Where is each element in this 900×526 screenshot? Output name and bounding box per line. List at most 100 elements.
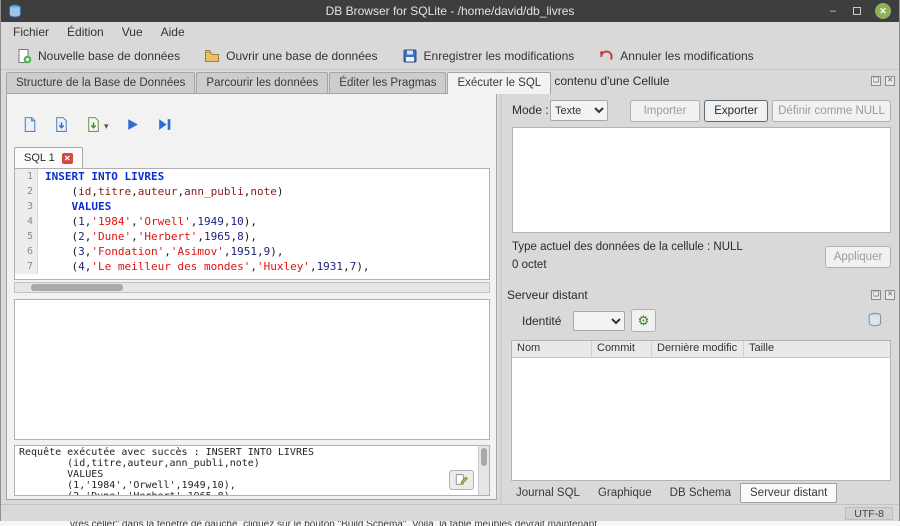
background-page-strip: vres celler" dans la fenêtre de gauche, …: [0, 521, 900, 526]
execute-sql-panel: ▾ SQL 1 ✕: [6, 93, 497, 500]
revert-changes-icon: [598, 48, 614, 64]
execute-all-icon: [124, 116, 141, 136]
encoding-selector[interactable]: UTF-8: [845, 507, 893, 520]
revert-changes-label: Annuler les modifications: [620, 49, 753, 63]
write-changes-button[interactable]: Enregistrer les modifications: [393, 45, 584, 67]
close-panel-icon[interactable]: ✕: [885, 290, 895, 300]
dock-tab-db-schema[interactable]: DB Schema: [661, 483, 740, 502]
float-panel-icon[interactable]: ❏: [871, 76, 881, 86]
screen: DB Browser for SQLite - /home/david/db_l…: [0, 0, 900, 526]
write-changes-icon: [402, 48, 418, 64]
dock-tab-journal-sql[interactable]: Journal SQL: [507, 483, 589, 502]
menubar: Fichier Édition Vue Aide: [1, 22, 899, 42]
editor-line: 2 (id,titre,auteur,ann_publi,note): [15, 184, 489, 199]
sql-doc-tab[interactable]: SQL 1 ✕: [14, 147, 83, 168]
save-results-icon: [85, 116, 102, 136]
menu-aide[interactable]: Aide: [152, 23, 194, 41]
write-changes-label: Enregistrer les modifications: [424, 49, 575, 63]
open-sql-file-icon: [21, 116, 38, 136]
identity-label: Identité: [522, 314, 561, 328]
save-results-button[interactable]: ▾: [85, 116, 109, 136]
menu-fichier[interactable]: Fichier: [4, 23, 58, 41]
execute-all-button[interactable]: [124, 116, 141, 136]
remote-upload-button[interactable]: [861, 309, 891, 333]
cell-type-info: Type actuel des données de la cellule : …: [512, 241, 743, 253]
editor-line: 1INSERT INTO LIVRES: [15, 169, 489, 184]
open-database-icon: [204, 48, 220, 64]
cell-size-info: 0 octet: [512, 259, 547, 271]
remote-panel-title: Serveur distant: [507, 288, 588, 302]
edit-message-button[interactable]: [449, 470, 474, 490]
set-null-button[interactable]: Définir comme NULL: [772, 100, 891, 122]
new-database-icon: [16, 48, 32, 64]
import-button[interactable]: Importer: [630, 100, 700, 122]
sql-doc-tabbar: SQL 1 ✕: [14, 147, 83, 168]
message-vertical-scrollbar[interactable]: [478, 446, 489, 495]
tab-browse-data[interactable]: Parcourir les données: [196, 72, 328, 94]
new-database-button[interactable]: Nouvelle base de données: [7, 45, 189, 67]
remote-panel-header: Serveur distant ❏ ✕: [507, 288, 895, 302]
menu-edition[interactable]: Édition: [58, 23, 113, 41]
sql-editor[interactable]: 1INSERT INTO LIVRES2 (id,titre,auteur,an…: [14, 168, 490, 280]
open-database-button[interactable]: Ouvrir une base de données: [195, 45, 386, 67]
editor-line: 3 VALUES: [15, 199, 489, 214]
save-results-caret-icon: ▾: [104, 121, 109, 132]
open-sql-file-button[interactable]: [21, 116, 38, 136]
dock-tab-graphique[interactable]: Graphique: [589, 483, 661, 502]
editor-line: 6 (3,'Fondation','Asimov',1951,9),: [15, 244, 489, 259]
editor-horizontal-scrollbar[interactable]: [14, 282, 490, 293]
maximize-button[interactable]: [849, 3, 865, 19]
tab-close-icon[interactable]: ✕: [62, 153, 73, 164]
export-button[interactable]: Exporter: [704, 100, 768, 122]
execute-line-icon: [156, 116, 173, 136]
identity-select[interactable]: [573, 311, 625, 331]
cell-editor-header: Éditer le contenu d'une Cellule ❏ ✕: [507, 74, 895, 88]
identity-settings-button[interactable]: ⚙: [631, 309, 656, 332]
editor-line: 5 (2,'Dune','Herbert',1965,8),: [15, 229, 489, 244]
save-sql-file-button[interactable]: [53, 116, 70, 136]
remote-file-table[interactable]: Nom Commit Dernière modific Taille: [511, 340, 891, 481]
main-tabbar: Structure de la Base de Données Parcouri…: [6, 72, 552, 94]
sql-editor-lines: 1INSERT INTO LIVRES2 (id,titre,auteur,an…: [15, 169, 489, 274]
revert-changes-button[interactable]: Annuler les modifications: [589, 45, 762, 67]
sql-doc-tab-label: SQL 1: [24, 152, 55, 164]
column-header-commit[interactable]: Commit: [592, 341, 652, 357]
scrollbar-thumb[interactable]: [31, 284, 123, 291]
close-button[interactable]: ✕: [875, 3, 891, 19]
new-database-label: Nouvelle base de données: [38, 49, 180, 63]
app-window: DB Browser for SQLite - /home/david/db_l…: [0, 0, 900, 521]
editor-line: 4 (1,'1984','Orwell',1949,10),: [15, 214, 489, 229]
window-title: DB Browser for SQLite - /home/david/db_l…: [1, 0, 899, 22]
float-panel-icon[interactable]: ❏: [871, 290, 881, 300]
gear-icon: ⚙: [638, 313, 650, 328]
dock-tab-serveur-distant[interactable]: Serveur distant: [740, 483, 837, 503]
edit-pencil-icon: [454, 472, 469, 489]
scrollbar-thumb[interactable]: [481, 448, 487, 466]
execution-message: Requête exécutée avec succès : INSERT IN…: [19, 447, 485, 496]
save-sql-file-icon: [53, 116, 70, 136]
vertical-splitter[interactable]: [500, 70, 502, 504]
column-header-nom[interactable]: Nom: [512, 341, 592, 357]
tab-execute-sql[interactable]: Exécuter le SQL: [447, 72, 551, 94]
minimize-button[interactable]: –: [825, 1, 841, 17]
dock-icons: ❏ ✕: [871, 290, 895, 300]
main-toolbar: Nouvelle base de données Ouvrir une base…: [1, 42, 899, 70]
close-panel-icon[interactable]: ✕: [885, 76, 895, 86]
background-page-text: vres celler" dans la fenêtre de gauche, …: [70, 521, 597, 526]
mode-select[interactable]: Texte: [550, 100, 608, 121]
apply-button[interactable]: Appliquer: [825, 246, 891, 268]
cell-content-textarea[interactable]: [512, 127, 891, 233]
message-pane: Requête exécutée avec succès : INSERT IN…: [14, 445, 490, 496]
column-header-taille[interactable]: Taille: [744, 341, 890, 357]
open-database-label: Ouvrir une base de données: [226, 49, 377, 63]
dock-tabbar: Journal SQL Graphique DB Schema Serveur …: [507, 483, 837, 504]
results-grid[interactable]: [14, 299, 490, 440]
execute-line-button[interactable]: [156, 116, 173, 136]
menu-vue[interactable]: Vue: [113, 23, 152, 41]
tab-pragmas[interactable]: Éditer les Pragmas: [329, 72, 446, 94]
column-header-modified[interactable]: Dernière modific: [652, 341, 744, 357]
statusbar: UTF-8: [1, 504, 899, 521]
titlebar: DB Browser for SQLite - /home/david/db_l…: [1, 0, 899, 22]
database-upload-icon: [867, 311, 885, 332]
tab-structure[interactable]: Structure de la Base de Données: [6, 72, 195, 94]
